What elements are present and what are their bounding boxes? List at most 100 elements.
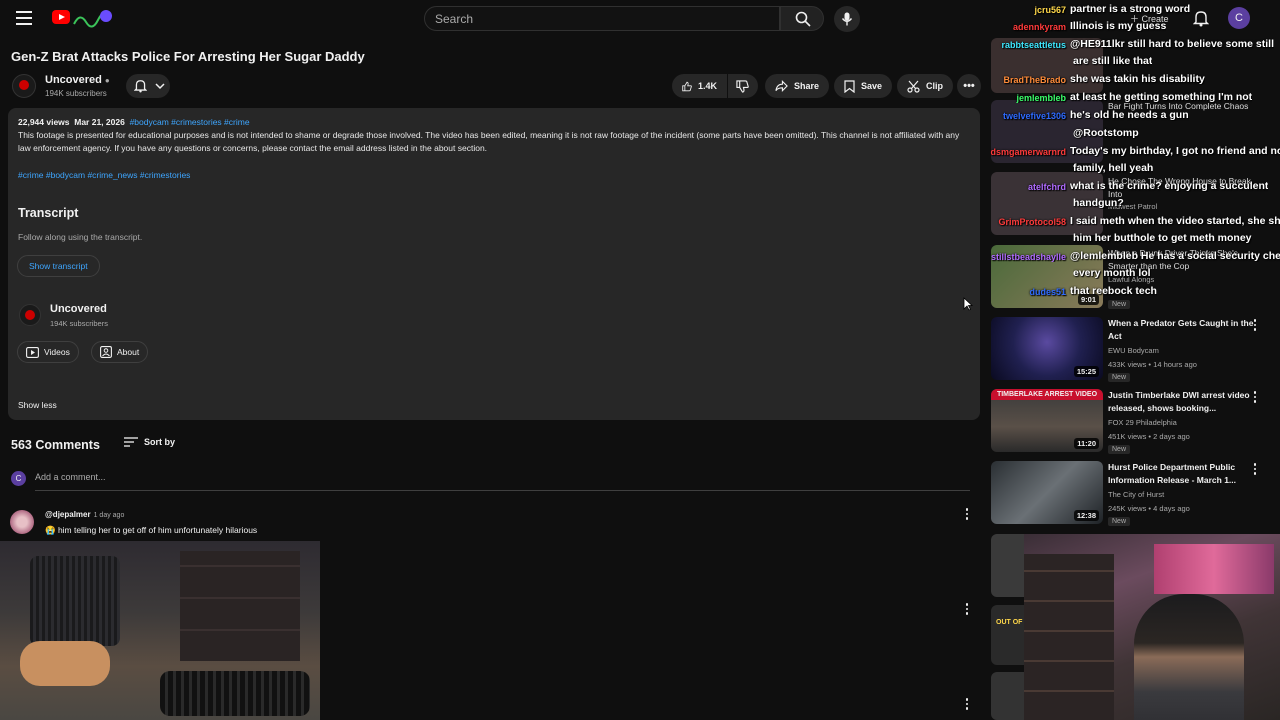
sort-by-button[interactable]: Sort by xyxy=(124,437,175,447)
add-comment-underline xyxy=(35,490,970,491)
view-count: 22,944 views xyxy=(18,117,70,127)
doodle-logo-icon[interactable] xyxy=(72,6,112,30)
sidebar-thumbnail[interactable] xyxy=(991,534,1025,597)
chat-message: him her butthole to get meth money xyxy=(1073,232,1252,244)
stream-webcam-right xyxy=(1024,534,1280,720)
video-meta: 245K views • 4 days ago xyxy=(1108,504,1190,513)
chat-message: @Rootstomp xyxy=(1073,127,1139,139)
description-hashtags[interactable]: #bodycam #crimestories #crime xyxy=(130,117,250,127)
comment-menu-icon[interactable] xyxy=(961,508,973,520)
search-icon xyxy=(795,11,811,27)
channel-card-avatar[interactable] xyxy=(19,304,41,326)
search-input[interactable]: Search xyxy=(424,6,780,31)
comment-timestamp[interactable]: 1 day ago xyxy=(94,512,125,519)
video-title: Gen-Z Brat Attacks Police For Arresting … xyxy=(11,49,365,64)
video-title[interactable]: Justin Timberlake DWI arrest video relea… xyxy=(1108,389,1258,415)
subscription-bell-button[interactable] xyxy=(126,74,170,98)
shelf-image xyxy=(180,551,300,661)
sidebar-thumbnail[interactable] xyxy=(991,672,1025,720)
chat-message: atelfchrd what is the crime? enjoying a s… xyxy=(990,180,1268,192)
more-actions-button[interactable]: ••• xyxy=(957,74,981,98)
video-channel[interactable]: EWU Bodycam xyxy=(1108,346,1159,355)
video-channel[interactable]: The City of Hurst xyxy=(1108,490,1164,499)
chat-message: dsmgamerwarnrd Today's my birthday, I got… xyxy=(990,145,1280,157)
show-less-button[interactable]: Show less xyxy=(18,400,57,410)
microphone-icon xyxy=(841,12,853,26)
chat-username: stillstbeadshaylle xyxy=(990,252,1066,262)
chat-text: are still like that xyxy=(1073,55,1153,67)
comment-menu-icon[interactable] xyxy=(961,698,973,710)
video-menu-icon[interactable] xyxy=(1249,463,1261,475)
chat-message: BradTheBrado she was takin his disability xyxy=(990,73,1204,85)
like-button[interactable]: 1.4K xyxy=(672,74,727,98)
commenter-avatar[interactable] xyxy=(10,510,34,534)
chat-text: him her butthole to get meth money xyxy=(1073,232,1252,244)
description-tags[interactable]: #crime #bodycam #crime_news #crimestorie… xyxy=(18,170,190,180)
account-avatar[interactable]: C xyxy=(1228,7,1250,29)
chat-message: family, hell yeah xyxy=(1073,162,1153,174)
bookshelf-image xyxy=(1024,554,1114,720)
description-text: This footage is presented for educationa… xyxy=(18,130,960,153)
sidebar-video[interactable]: 15:25 When a Predator Gets Caught in the… xyxy=(991,317,1280,383)
description-box[interactable]: 22,944 views Mar 21, 2026 #bodycam #crim… xyxy=(8,108,980,420)
search-button[interactable] xyxy=(780,6,824,31)
chat-username: twelvefive1306 xyxy=(1002,111,1066,121)
youtube-logo-icon[interactable] xyxy=(52,10,70,24)
video-channel[interactable]: FOX 29 Philadelphia xyxy=(1108,418,1177,427)
chat-text: @lemlembleb He has a social security che… xyxy=(1070,250,1280,262)
chat-message: jemlembleb at least he getting something … xyxy=(990,91,1252,103)
bell-icon xyxy=(134,80,147,93)
chat-username: adennkyram xyxy=(1012,22,1066,32)
sidebar-thumbnail[interactable]: OUT OF xyxy=(991,605,1025,665)
share-label: Share xyxy=(794,81,820,91)
add-comment-input[interactable]: Add a comment... xyxy=(35,472,106,482)
video-menu-icon[interactable] xyxy=(1249,391,1261,403)
verified-icon: ● xyxy=(104,76,110,85)
menu-icon[interactable] xyxy=(16,11,32,25)
notifications-bell-icon[interactable] xyxy=(1193,10,1209,27)
share-icon xyxy=(775,80,788,92)
channel-name[interactable]: Uncovered ● xyxy=(45,74,110,86)
comment-author[interactable]: @djepalmer 1 day ago xyxy=(45,510,124,519)
chat-message: dudes51 that reebock tech xyxy=(990,285,1156,297)
chat-username: dsmgamerwarnrd xyxy=(990,147,1066,157)
video-title[interactable]: Hurst Police Department Public Informati… xyxy=(1108,461,1258,487)
share-button[interactable]: Share xyxy=(765,74,830,98)
channel-avatar[interactable] xyxy=(12,74,36,98)
voice-search-button[interactable] xyxy=(834,6,860,32)
save-button[interactable]: Save xyxy=(834,74,893,98)
sidebar-video[interactable]: TIMBERLAKE ARREST VIDEO 11:20 Justin Tim… xyxy=(991,389,1280,455)
video-thumbnail[interactable]: 12:38 xyxy=(991,461,1103,524)
more-horizontal-icon: ••• xyxy=(963,80,975,92)
dislike-button[interactable] xyxy=(728,74,758,98)
like-count: 1.4K xyxy=(697,81,717,91)
cat-image xyxy=(20,641,110,686)
chat-message: handgun? xyxy=(1073,197,1124,209)
description-meta: 22,944 views Mar 21, 2026 #bodycam #crim… xyxy=(18,117,250,127)
about-button[interactable]: About xyxy=(91,341,149,363)
scissors-icon xyxy=(907,80,920,93)
comment-username[interactable]: @djepalmer xyxy=(45,510,91,519)
videos-button[interactable]: Videos xyxy=(17,341,79,363)
chat-text: Today's my birthday, I got no friend and… xyxy=(1070,145,1280,157)
chat-message: are still like that xyxy=(1073,55,1152,67)
comment-menu-icon[interactable] xyxy=(961,603,973,615)
video-title[interactable]: When a Predator Gets Caught in the Act xyxy=(1108,317,1258,343)
video-menu-icon[interactable] xyxy=(1249,319,1261,331)
channel-name-text: Uncovered xyxy=(45,74,102,86)
chat-text: at least he getting something I'm not xyxy=(1070,91,1253,103)
clip-label: Clip xyxy=(926,81,943,91)
clip-button[interactable]: Clip xyxy=(897,74,953,98)
chat-message: twelvefive1306 he's old he needs a gun xyxy=(990,109,1189,121)
sidebar-video[interactable]: 12:38 Hurst Police Department Public Inf… xyxy=(991,461,1280,527)
chat-message: adennkyram Illinois is my guess xyxy=(990,20,1166,32)
video-thumbnail[interactable]: TIMBERLAKE ARREST VIDEO 11:20 xyxy=(991,389,1103,452)
show-transcript-button[interactable]: Show transcript xyxy=(17,255,100,277)
video-duration: 15:25 xyxy=(1073,366,1099,377)
chat-text: @HE911lkr still hard to believe some sti… xyxy=(1070,38,1274,50)
plushies-image xyxy=(1154,544,1274,594)
person-box-icon xyxy=(100,346,112,358)
thumbnail-caption: OUT OF xyxy=(996,619,1023,626)
video-thumbnail[interactable]: 15:25 xyxy=(991,317,1103,380)
channel-card-name[interactable]: Uncovered xyxy=(50,303,107,315)
